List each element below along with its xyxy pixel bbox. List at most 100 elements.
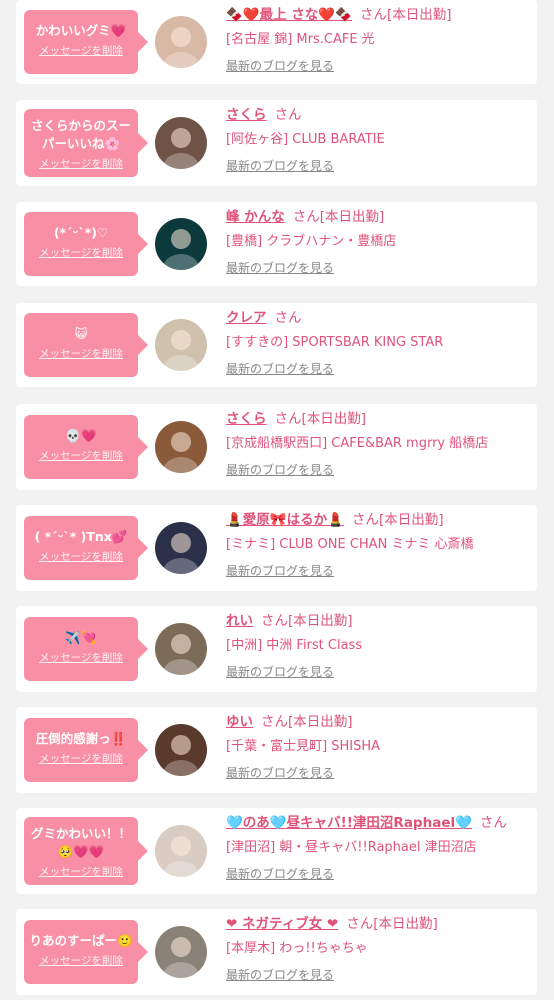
- message-text: かわいいグミ💗: [35, 23, 127, 38]
- honorific: さん: [261, 714, 288, 730]
- name-line: 峰 かんな さん[本日出勤]: [226, 208, 531, 227]
- avatar[interactable]: [155, 421, 207, 473]
- member-info: 🩵のあ🩵昼キャバ!!津田沼Raphael🩵 さん [津田沼] 朝・昼キャバ!!Rap…: [226, 814, 531, 882]
- message-text: さくらからのスー: [30, 118, 131, 133]
- latest-blog-link[interactable]: 最新のブログを見る: [226, 866, 334, 882]
- delete-message-link[interactable]: メッセージを削除: [28, 246, 134, 260]
- message-card: (*ˊᵕˋ*)♡ メッセージを削除 峰 かんな さん[本日出勤] [豊橋] クラブハナン…: [16, 202, 537, 286]
- message-card: かわいいグミ💗 メッセージを削除 🍫❤️最上 さな❤️🍫 さん[本日出勤] [名古屋 錦…: [16, 0, 537, 84]
- today-badge: [本日出勤]: [373, 916, 438, 932]
- latest-blog-link[interactable]: 最新のブログを見る: [226, 158, 334, 174]
- today-badge: [本日出勤]: [378, 512, 444, 528]
- delete-message-link[interactable]: メッセージを削除: [28, 550, 134, 564]
- avatar[interactable]: [155, 926, 207, 978]
- delete-message-link[interactable]: メッセージを削除: [28, 651, 134, 665]
- message-bubble: さくらからのスー パーいいね🌸 メッセージを削除: [24, 109, 148, 177]
- message-card: 😺 メッセージを削除 クレア さん [すすきの] SPORTSBAR KING STAR…: [16, 303, 537, 387]
- delete-message-link[interactable]: メッセージを削除: [28, 157, 134, 171]
- shop-name: [すすきの] SPORTSBAR KING STAR: [226, 335, 444, 350]
- name-line: 💄愛原🎀はるか💄 さん[本日出勤]: [226, 511, 531, 530]
- today-badge: [本日出勤]: [288, 613, 353, 629]
- avatar-image: [155, 16, 207, 68]
- member-info: さくら さん[本日出勤] [京成船橋駅西口] CAFE&BAR mgrry 船橋店最…: [226, 410, 531, 478]
- member-name-link[interactable]: さくら: [226, 107, 267, 123]
- avatar[interactable]: [155, 724, 207, 776]
- latest-blog-link[interactable]: 最新のブログを見る: [226, 563, 334, 579]
- member-info: さくら さん [阿佐ヶ谷] CLUB BARATIE 最新のブログを見る: [226, 106, 531, 174]
- delete-message-link[interactable]: メッセージを削除: [28, 954, 134, 968]
- message-card: 圧倒的感謝っ‼️ メッセージを削除 ゆい さん[本日出勤] [千葉・富士見町] SHIS…: [16, 707, 537, 793]
- member-name-link[interactable]: 🩵のあ🩵昼キャバ!!津田沼Raphael🩵: [226, 815, 472, 831]
- message-bubble: りあのすーぱー🙂 メッセージを削除: [24, 920, 148, 984]
- name-line: れい さん[本日出勤]: [226, 612, 531, 631]
- name-line: ❤ ネガティブ女 ❤ さん[本日出勤]: [226, 915, 531, 934]
- member-name-link[interactable]: ❤ ネガティブ女 ❤: [226, 916, 338, 932]
- avatar[interactable]: [155, 522, 207, 574]
- today-badge: [本日出勤]: [386, 7, 452, 23]
- shop-name: [豊橋] クラブハナン・豊橋店: [226, 234, 397, 249]
- message-card: りあのすーぱー🙂 メッセージを削除 ❤ ネガティブ女 ❤ さん[本日出勤] [本厚木] …: [16, 909, 537, 995]
- today-badge: [本日出勤]: [288, 714, 353, 730]
- avatar-image: [155, 421, 207, 473]
- avatar[interactable]: [155, 319, 207, 371]
- message-text: 🥺💗💗: [57, 844, 105, 859]
- message-bubble: かわいいグミ💗 メッセージを削除: [24, 10, 148, 74]
- member-name-link[interactable]: 峰 かんな: [226, 209, 285, 225]
- member-name-link[interactable]: クレア: [226, 310, 267, 326]
- avatar[interactable]: [155, 117, 207, 169]
- latest-blog-link[interactable]: 最新のブログを見る: [226, 765, 334, 781]
- shop-name: [阿佐ヶ谷] CLUB BARATIE: [226, 132, 385, 147]
- latest-blog-link[interactable]: 最新のブログを見る: [226, 58, 334, 74]
- message-text: 😺: [74, 326, 88, 341]
- delete-message-link[interactable]: メッセージを削除: [28, 44, 134, 58]
- delete-message-link[interactable]: メッセージを削除: [28, 449, 134, 463]
- honorific: さん: [292, 209, 320, 225]
- avatar[interactable]: [155, 218, 207, 270]
- message-text: りあのすーぱー🙂: [29, 933, 133, 948]
- message-card: ( *ˊᵕˋ* )Tnx💕 メッセージを削除 💄愛原🎀はるか💄 さん[本日出勤] [ミナ…: [16, 505, 537, 591]
- avatar-image: [155, 218, 207, 270]
- message-bubble: グミかわいい！！ 🥺💗💗 メッセージを削除: [24, 817, 148, 885]
- name-line: 🩵のあ🩵昼キャバ!!津田沼Raphael🩵 さん: [226, 814, 531, 833]
- member-name-link[interactable]: ゆい: [226, 714, 253, 730]
- avatar-image: [155, 724, 207, 776]
- delete-message-link[interactable]: メッセージを削除: [28, 865, 134, 879]
- message-bubble: 💀💗 メッセージを削除: [24, 415, 148, 479]
- honorific: さん: [274, 310, 302, 326]
- member-name-link[interactable]: 🍫❤️最上 さな❤️🍫: [226, 7, 352, 23]
- latest-blog-link[interactable]: 最新のブログを見る: [226, 361, 334, 377]
- name-line: さくら さん[本日出勤]: [226, 410, 531, 429]
- shop-name: [津田沼] 朝・昼キャバ!!Raphael 津田沼店: [226, 840, 477, 855]
- message-bubble: (*ˊᵕˋ*)♡ メッセージを削除: [24, 212, 148, 276]
- avatar[interactable]: [155, 825, 207, 877]
- avatar-image: [155, 522, 207, 574]
- member-info: ❤ ネガティブ女 ❤ さん[本日出勤] [本厚木] わっ!!ちゃちゃ 最新のブログを見…: [226, 915, 531, 983]
- today-badge: [本日出勤]: [301, 411, 367, 427]
- message-card: さくらからのスー パーいいね🌸 メッセージを削除 さくら さん [阿佐ヶ谷] CLUB B…: [16, 100, 537, 186]
- honorific: さん: [359, 7, 387, 23]
- delete-message-link[interactable]: メッセージを削除: [28, 347, 134, 361]
- latest-blog-link[interactable]: 最新のブログを見る: [226, 967, 334, 983]
- shop-name: [中洲] 中洲 First Class: [226, 638, 363, 653]
- member-info: ゆい さん[本日出勤] [千葉・富士見町] SHISHA 最新のブログを見る: [226, 713, 531, 781]
- message-text: パーいいね🌸: [41, 136, 121, 151]
- avatar-image: [155, 926, 207, 978]
- latest-blog-link[interactable]: 最新のブログを見る: [226, 462, 334, 478]
- latest-blog-link[interactable]: 最新のブログを見る: [226, 664, 334, 680]
- avatar-image: [155, 825, 207, 877]
- message-bubble: 😺 メッセージを削除: [24, 313, 148, 377]
- avatar[interactable]: [155, 16, 207, 68]
- honorific: さん: [479, 815, 507, 831]
- message-card: ✈️💘 メッセージを削除 れい さん[本日出勤] [中洲] 中洲 First Class…: [16, 606, 537, 692]
- delete-message-link[interactable]: メッセージを削除: [28, 752, 134, 766]
- name-line: さくら さん: [226, 106, 531, 125]
- message-text: 💀💗: [65, 428, 97, 443]
- avatar[interactable]: [155, 623, 207, 675]
- message-text: (*ˊᵕˋ*)♡: [53, 225, 109, 240]
- member-info: 🍫❤️最上 さな❤️🍫 さん[本日出勤] [名古屋 錦] Mrs.CAFE 光最新の…: [226, 6, 531, 74]
- member-name-link[interactable]: 💄愛原🎀はるか💄: [226, 512, 344, 528]
- latest-blog-link[interactable]: 最新のブログを見る: [226, 260, 334, 276]
- message-bubble: 圧倒的感謝っ‼️ メッセージを削除: [24, 718, 148, 782]
- member-name-link[interactable]: れい: [226, 613, 253, 629]
- member-name-link[interactable]: さくら: [226, 411, 267, 427]
